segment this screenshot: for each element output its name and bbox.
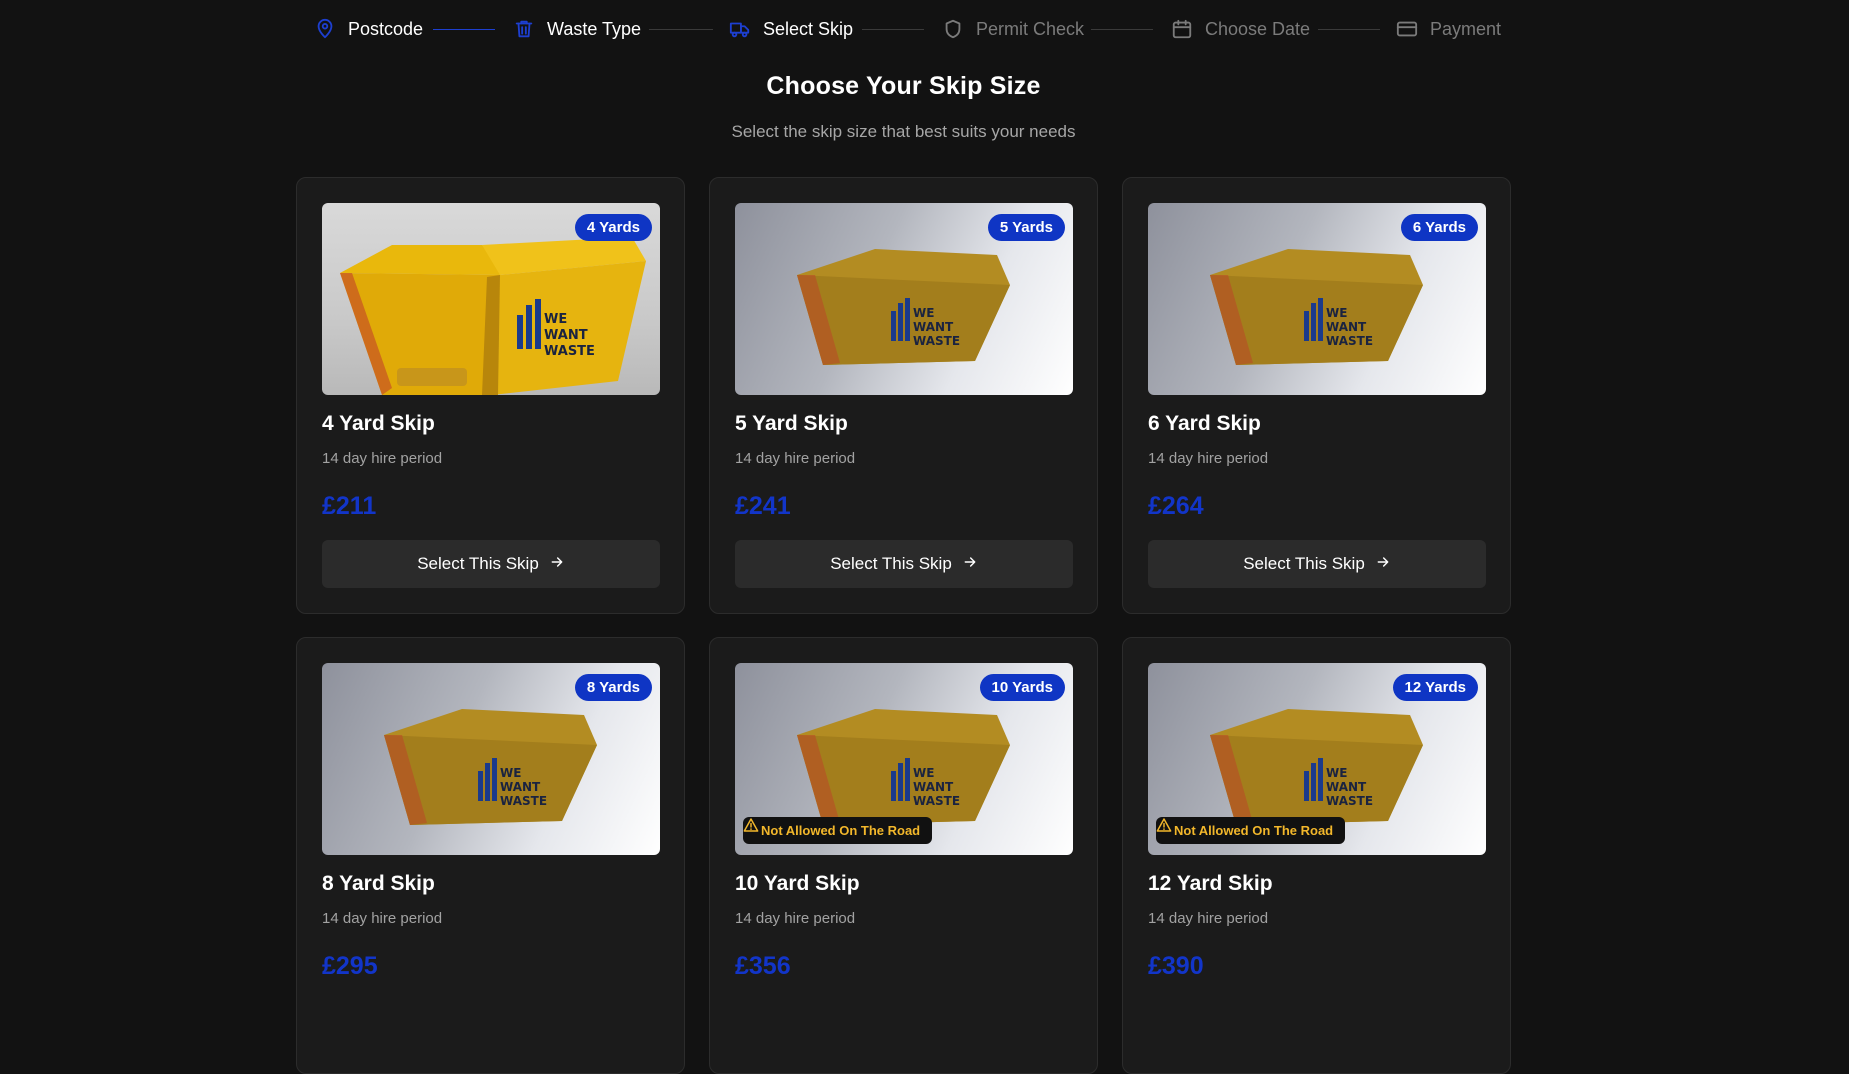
step-connector [433, 29, 495, 30]
skip-image: WE WANT WASTE 5 Yards [735, 203, 1073, 395]
skip-image: WE WANT WASTE 6 Yards [1148, 203, 1486, 395]
skip-image: WE WANT WASTE 8 Yards [322, 663, 660, 855]
skip-card[interactable]: WE WANT WASTE 6 Yards 6 Yard Skip 14 day… [1122, 177, 1511, 614]
hire-period: 14 day hire period [1148, 910, 1269, 927]
svg-text:WE: WE [544, 312, 567, 327]
svg-text:WE: WE [913, 306, 934, 320]
skip-price: £211 [322, 492, 377, 520]
hire-period: 14 day hire period [1148, 450, 1269, 467]
skip-price: £264 [1148, 492, 1204, 520]
step-connector [649, 29, 713, 30]
step-label: Permit Check [976, 18, 1085, 39]
svg-text:WE: WE [1326, 766, 1347, 780]
step-label: Payment [1430, 18, 1502, 39]
hire-period: 14 day hire period [735, 910, 856, 927]
svg-text:WANT: WANT [544, 328, 588, 343]
svg-text:WASTE: WASTE [1326, 794, 1373, 808]
page-title: Choose Your Skip Size [766, 72, 1041, 100]
skip-title: 10 Yard Skip [735, 872, 860, 895]
arrow-right-icon [1375, 554, 1391, 575]
truck-icon [729, 18, 751, 40]
hire-period: 14 day hire period [322, 910, 443, 927]
select-skip-button[interactable]: Select This Skip [1148, 540, 1486, 588]
hire-period: 14 day hire period [735, 450, 856, 467]
skip-image: WE WANT WASTE 10 Yards Not Allowed On Th… [735, 663, 1073, 855]
road-warning-badge: Not Allowed On The Road [1156, 817, 1346, 844]
skip-title: 4 Yard Skip [322, 412, 435, 435]
hire-period: 14 day hire period [322, 450, 443, 467]
step-payment: Payment [1396, 14, 1501, 44]
step-connector [862, 29, 924, 30]
trash-icon [513, 18, 535, 40]
svg-text:WASTE: WASTE [500, 794, 547, 808]
svg-text:WASTE: WASTE [913, 794, 960, 808]
step-connector [1318, 29, 1380, 30]
skip-title: 8 Yard Skip [322, 872, 435, 895]
svg-text:WASTE: WASTE [1326, 334, 1373, 348]
size-badge: 5 Yards [987, 214, 1065, 241]
step-permit-check: Permit Check [942, 14, 1084, 44]
button-label: Select This Skip [417, 554, 539, 573]
svg-text:WE: WE [500, 766, 521, 780]
credit-card-icon [1396, 18, 1418, 40]
page-subtitle: Select the skip size that best suits you… [731, 122, 1076, 141]
step-connector [1091, 29, 1153, 30]
svg-text:WASTE: WASTE [544, 344, 595, 359]
calendar-icon [1171, 18, 1193, 40]
shield-icon [942, 18, 964, 40]
skip-card[interactable]: WE WANT WASTE 5 Yards 5 Yard Skip 14 day… [709, 177, 1098, 614]
skip-title: 12 Yard Skip [1148, 872, 1273, 895]
svg-text:WE: WE [913, 766, 934, 780]
svg-text:WANT: WANT [913, 320, 954, 334]
skip-title: 6 Yard Skip [1148, 412, 1261, 435]
skip-card[interactable]: WE WANT WASTE 10 Yards Not Allowed On Th… [709, 637, 1098, 1074]
skip-card[interactable]: WE WANT WASTE 4 Yards 4 Yard Skip 14 day… [296, 177, 685, 614]
progress-stepper: Postcode Waste Type Select Skip Permit C… [0, 0, 1849, 58]
skip-image: WE WANT WASTE 12 Yards Not Allowed On Th… [1148, 663, 1486, 855]
size-badge: 10 Yards [979, 674, 1065, 701]
select-skip-button[interactable]: Select This Skip [322, 540, 660, 588]
map-pin-icon [314, 18, 336, 40]
skip-price: £241 [735, 492, 791, 520]
arrow-right-icon [549, 554, 565, 575]
svg-text:WANT: WANT [1326, 780, 1367, 794]
select-skip-button[interactable]: Select This Skip [735, 540, 1073, 588]
skip-card[interactable]: WE WANT WASTE 8 Yards 8 Yard Skip 14 day… [296, 637, 685, 1074]
step-label: Select Skip [763, 18, 854, 39]
size-badge: 4 Yards [574, 214, 652, 241]
skip-card[interactable]: WE WANT WASTE 12 Yards Not Allowed On Th… [1122, 637, 1511, 1074]
road-warning-badge: Not Allowed On The Road [743, 817, 933, 844]
warning-label: Not Allowed On The Road [1174, 823, 1334, 838]
button-label: Select This Skip [1243, 554, 1365, 573]
svg-text:WANT: WANT [1326, 320, 1367, 334]
svg-text:WASTE: WASTE [913, 334, 960, 348]
step-choose-date: Choose Date [1171, 14, 1310, 44]
step-label: Postcode [348, 18, 424, 39]
svg-text:WANT: WANT [500, 780, 541, 794]
button-label: Select This Skip [830, 554, 952, 573]
size-badge: 8 Yards [574, 674, 652, 701]
step-postcode[interactable]: Postcode [314, 14, 423, 44]
step-label: Choose Date [1205, 18, 1311, 39]
skip-title: 5 Yard Skip [735, 412, 848, 435]
step-select-skip[interactable]: Select Skip [729, 14, 853, 44]
step-waste-type[interactable]: Waste Type [513, 14, 641, 44]
svg-text:WE: WE [1326, 306, 1347, 320]
size-badge: 12 Yards [1392, 674, 1478, 701]
skip-image: WE WANT WASTE 4 Yards [322, 203, 660, 395]
step-label: Waste Type [547, 18, 642, 39]
arrow-right-icon [962, 554, 978, 575]
warning-label: Not Allowed On The Road [761, 823, 921, 838]
svg-text:WANT: WANT [913, 780, 954, 794]
size-badge: 6 Yards [1400, 214, 1478, 241]
